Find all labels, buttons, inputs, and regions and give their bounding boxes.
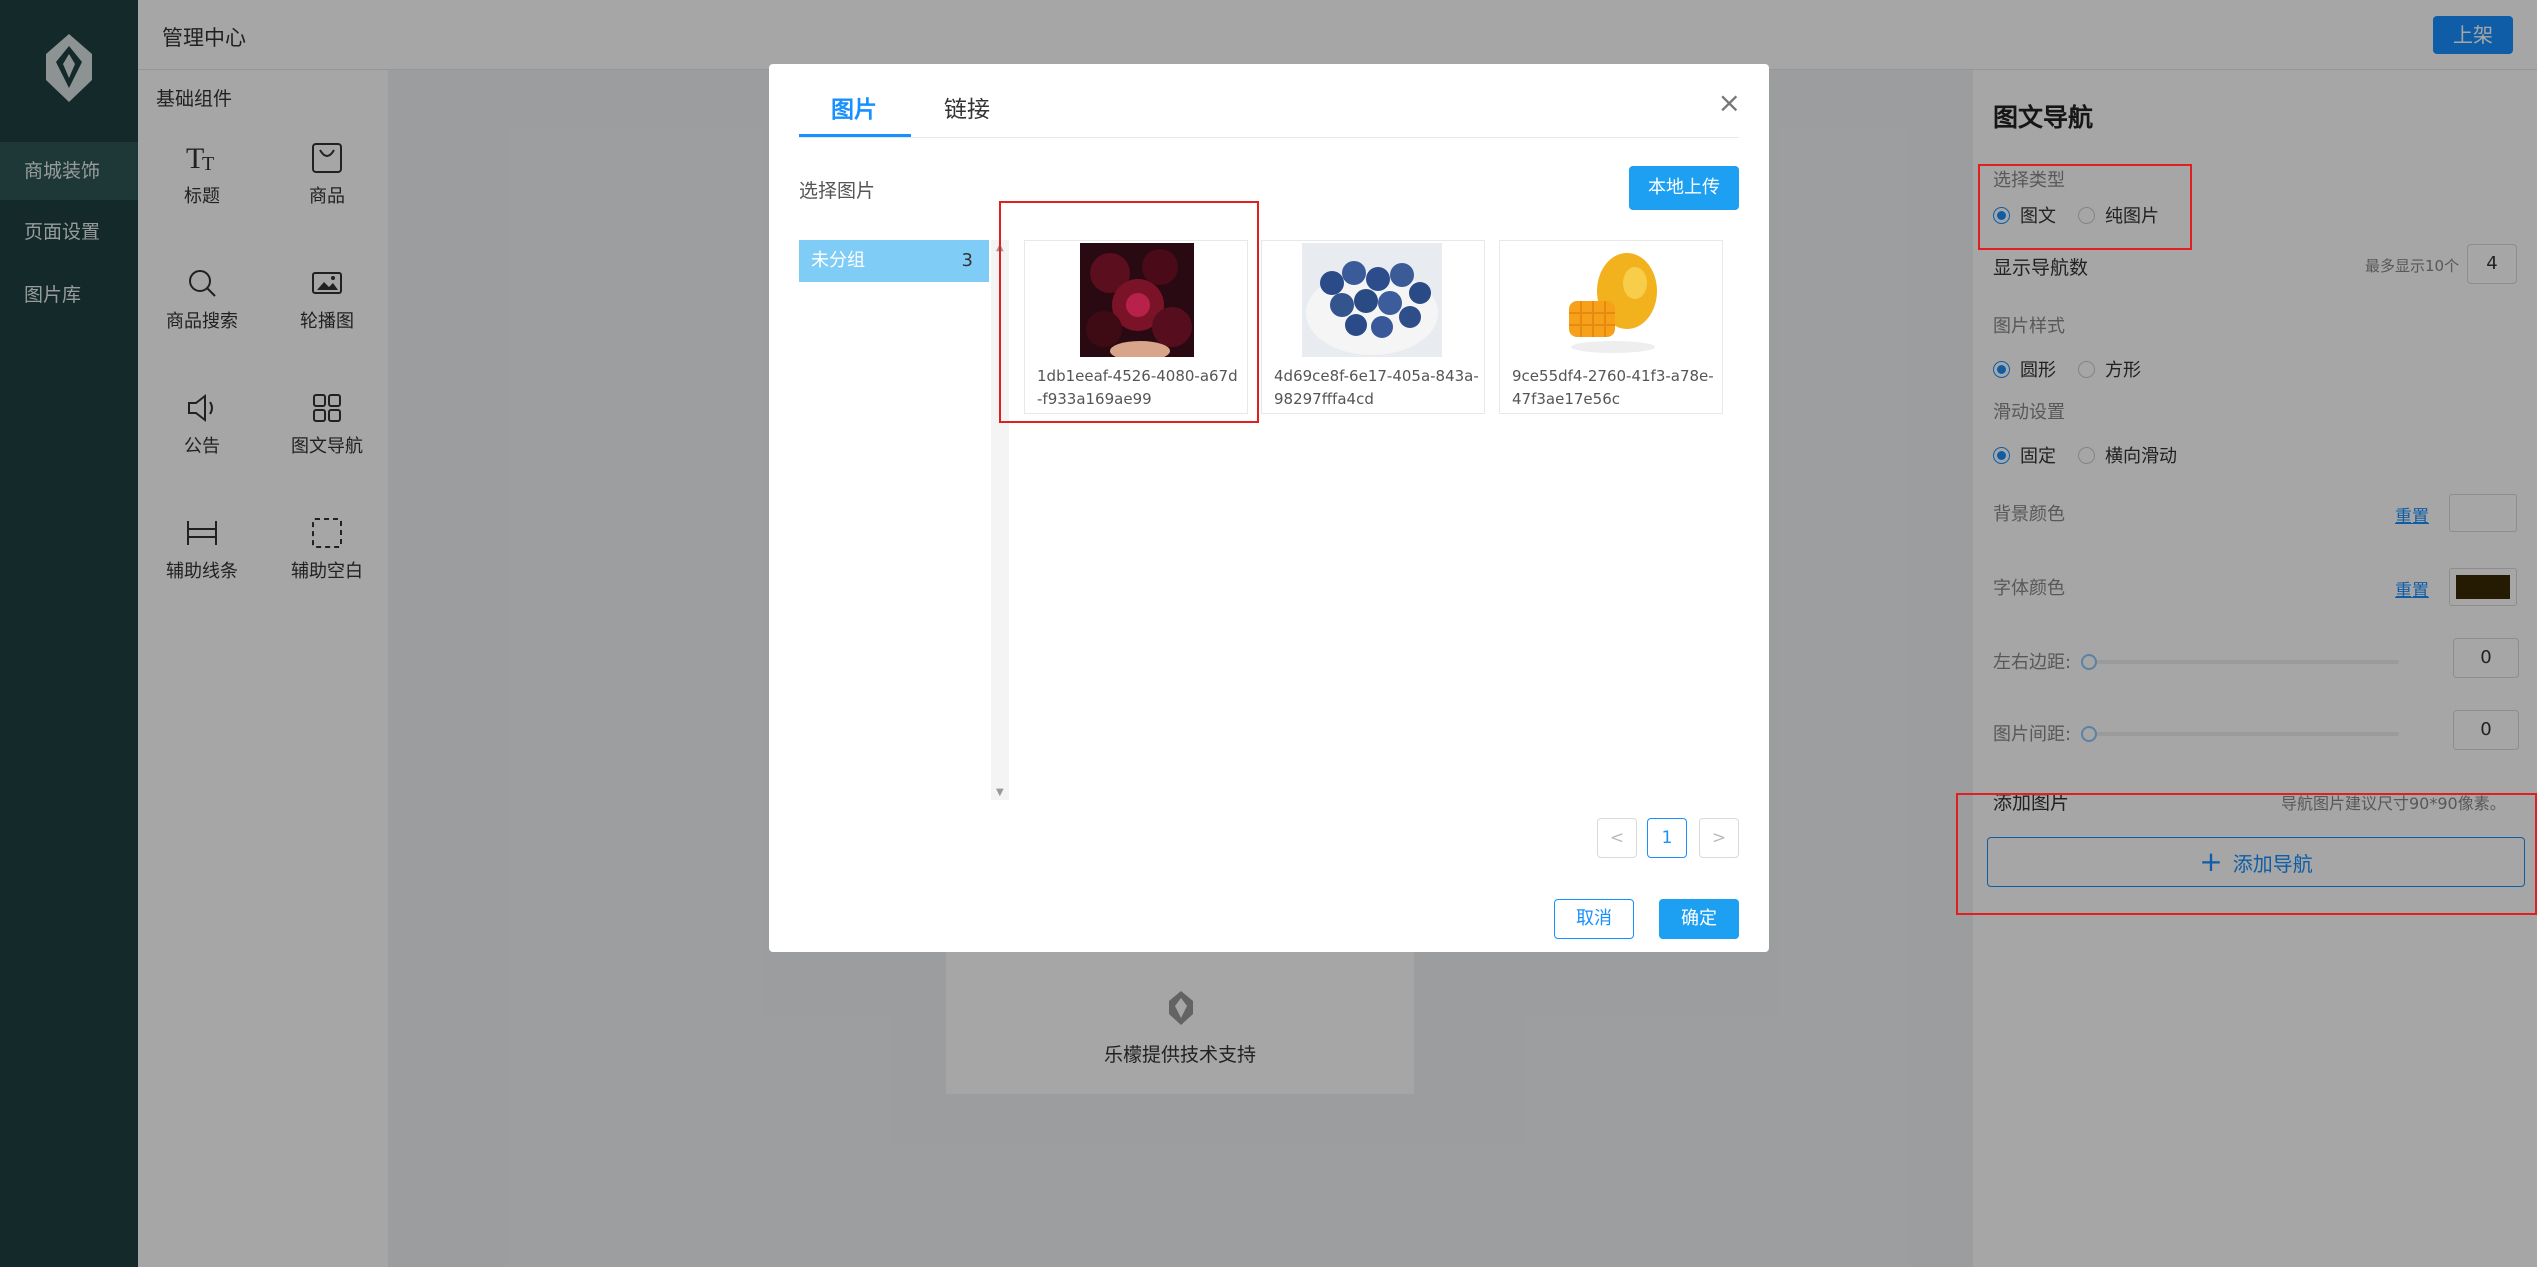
active-tab-indicator <box>799 134 911 137</box>
image-filename: 9ce55df4-2760-41f3-a78e-47f3ae17e56c <box>1512 367 1714 408</box>
annotation-box-add-nav <box>1956 793 2537 915</box>
image-picker-modal: 图片 链接 × 选择图片 本地上传 未分组 3 ▲ ▼ 1db1eeaf-452… <box>769 64 1769 952</box>
image-filename: 4d69ce8f-6e17-405a-843a-98297fffa4cd <box>1274 367 1479 408</box>
image-thumb[interactable]: 4d69ce8f-6e17-405a-843a-98297fffa4cd <box>1261 240 1485 414</box>
close-icon[interactable]: × <box>1718 86 1741 119</box>
page-number-button[interactable]: 1 <box>1647 818 1687 858</box>
confirm-button[interactable]: 确定 <box>1659 899 1739 939</box>
group-name: 未分组 <box>811 250 865 271</box>
annotation-box-type <box>1978 164 2192 250</box>
tab-images[interactable]: 图片 <box>831 90 877 140</box>
prev-page-button[interactable]: < <box>1597 818 1637 858</box>
cancel-button[interactable]: 取消 <box>1554 899 1634 939</box>
local-upload-button[interactable]: 本地上传 <box>1629 166 1739 210</box>
tab-links[interactable]: 链接 <box>944 90 990 140</box>
tab-divider <box>799 137 1739 138</box>
scroll-down-icon[interactable]: ▼ <box>996 787 1004 798</box>
mango-image <box>1555 243 1669 357</box>
annotation-box-image <box>999 201 1259 423</box>
group-item-ungrouped[interactable]: 未分组 3 <box>799 240 989 282</box>
image-thumb[interactable]: 9ce55df4-2760-41f3-a78e-47f3ae17e56c <box>1499 240 1723 414</box>
next-page-button[interactable]: > <box>1699 818 1739 858</box>
group-count: 3 <box>961 250 973 271</box>
blueberries-image <box>1302 243 1442 357</box>
select-image-label: 选择图片 <box>799 180 876 202</box>
